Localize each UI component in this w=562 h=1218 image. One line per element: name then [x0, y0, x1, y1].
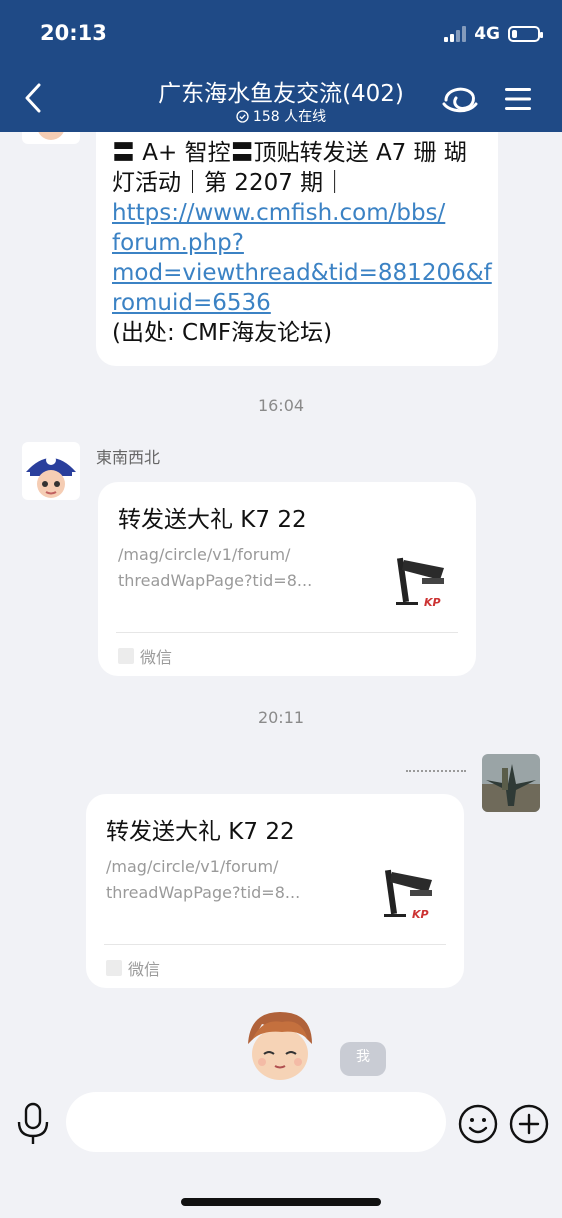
plus-circle-icon	[509, 1104, 549, 1144]
battery-icon	[508, 26, 543, 42]
card-thumbnail: KP	[380, 864, 444, 928]
card-source: 微信	[118, 644, 172, 668]
message-link[interactable]: forum.php?	[112, 228, 492, 258]
menu-button[interactable]	[504, 86, 532, 116]
group-activity-button[interactable]	[440, 82, 480, 120]
sender-name-placeholder	[406, 770, 466, 772]
card-title: 转发送大礼 K7 22	[106, 819, 295, 845]
message-text-line: (出处: CMF海友论坛)	[112, 320, 333, 346]
link-card[interactable]: 转发送大礼 K7 22 /mag/circle/v1/forum/ thread…	[98, 482, 476, 676]
chat-area[interactable]: 〓 A+ 智控〓顶贴转发送 A7 珊 瑚 灯活动｜第 2207 期｜ https…	[0, 132, 562, 1080]
more-button[interactable]	[509, 1104, 549, 1148]
card-description: /mag/circle/v1/forum/	[118, 545, 291, 564]
card-description: /mag/circle/v1/forum/	[106, 857, 279, 876]
sender-avatar[interactable]	[22, 132, 80, 144]
input-bar	[0, 1080, 562, 1218]
card-divider	[116, 632, 458, 633]
cartoon-boy-sticker[interactable]	[242, 1008, 318, 1080]
message-text-line: 〓 A+ 智控〓顶贴转发送 A7 珊 瑚	[112, 140, 467, 166]
card-description: threadWapPage?tid=8...	[106, 883, 301, 902]
aquarium-light-icon: KP	[396, 557, 444, 609]
aquarium-light-icon: KP	[384, 869, 432, 921]
signal-icon	[444, 26, 467, 42]
sender-name: 東南西北	[96, 448, 161, 467]
card-source: 微信	[106, 956, 160, 980]
check-circle-icon	[236, 109, 249, 123]
wechat-source-icon	[106, 960, 122, 976]
me-badge: 我	[340, 1042, 386, 1076]
sender-avatar[interactable]	[22, 442, 80, 500]
thumbnail-brand: KP	[424, 596, 441, 609]
link-card[interactable]: 转发送大礼 K7 22 /mag/circle/v1/forum/ thread…	[86, 794, 464, 988]
fighter-jet-avatar-icon	[482, 754, 540, 812]
message-text-line: 灯活动｜第 2207 期｜	[112, 170, 347, 196]
message-link[interactable]: https://www.cmfish.com/bbs/	[112, 198, 492, 228]
card-divider	[104, 944, 446, 945]
online-count-label: 158 人在线	[252, 109, 327, 125]
timestamp: 20:11	[257, 708, 305, 727]
card-title: 转发送大礼 K7 22	[118, 507, 307, 533]
message-input[interactable]	[66, 1092, 446, 1152]
status-time: 20:13	[40, 21, 107, 45]
app-header: 20:13 4G 广东海水鱼友交流(402) 158 人在线	[0, 0, 562, 132]
status-indicators: 4G	[444, 24, 543, 44]
home-indicator[interactable]	[181, 1198, 381, 1206]
message-link[interactable]: romuid=6536	[112, 288, 492, 318]
card-thumbnail: KP	[392, 552, 456, 616]
wechat-source-icon	[118, 648, 134, 664]
pirate-avatar-icon	[22, 442, 80, 500]
swirl-icon	[442, 87, 478, 113]
message-link[interactable]: mod=viewthread&tid=881206&f	[112, 258, 492, 288]
microphone-icon	[17, 1102, 49, 1144]
hamburger-menu-icon	[505, 88, 531, 110]
message-bubble[interactable]: 〓 A+ 智控〓顶贴转发送 A7 珊 瑚 灯活动｜第 2207 期｜ https…	[96, 132, 498, 366]
emoji-button[interactable]	[458, 1104, 498, 1148]
pirate-avatar-icon	[22, 132, 80, 144]
smiley-icon	[458, 1104, 498, 1144]
card-source-label: 微信	[140, 648, 173, 667]
my-avatar[interactable]	[482, 754, 540, 812]
thumbnail-brand: KP	[412, 908, 429, 921]
card-description: threadWapPage?tid=8...	[118, 571, 313, 590]
timestamp: 16:04	[257, 396, 305, 415]
card-source-label: 微信	[128, 960, 161, 979]
voice-input-button[interactable]	[16, 1102, 50, 1150]
network-label: 4G	[474, 24, 500, 44]
cartoon-boy-icon	[248, 1012, 312, 1080]
